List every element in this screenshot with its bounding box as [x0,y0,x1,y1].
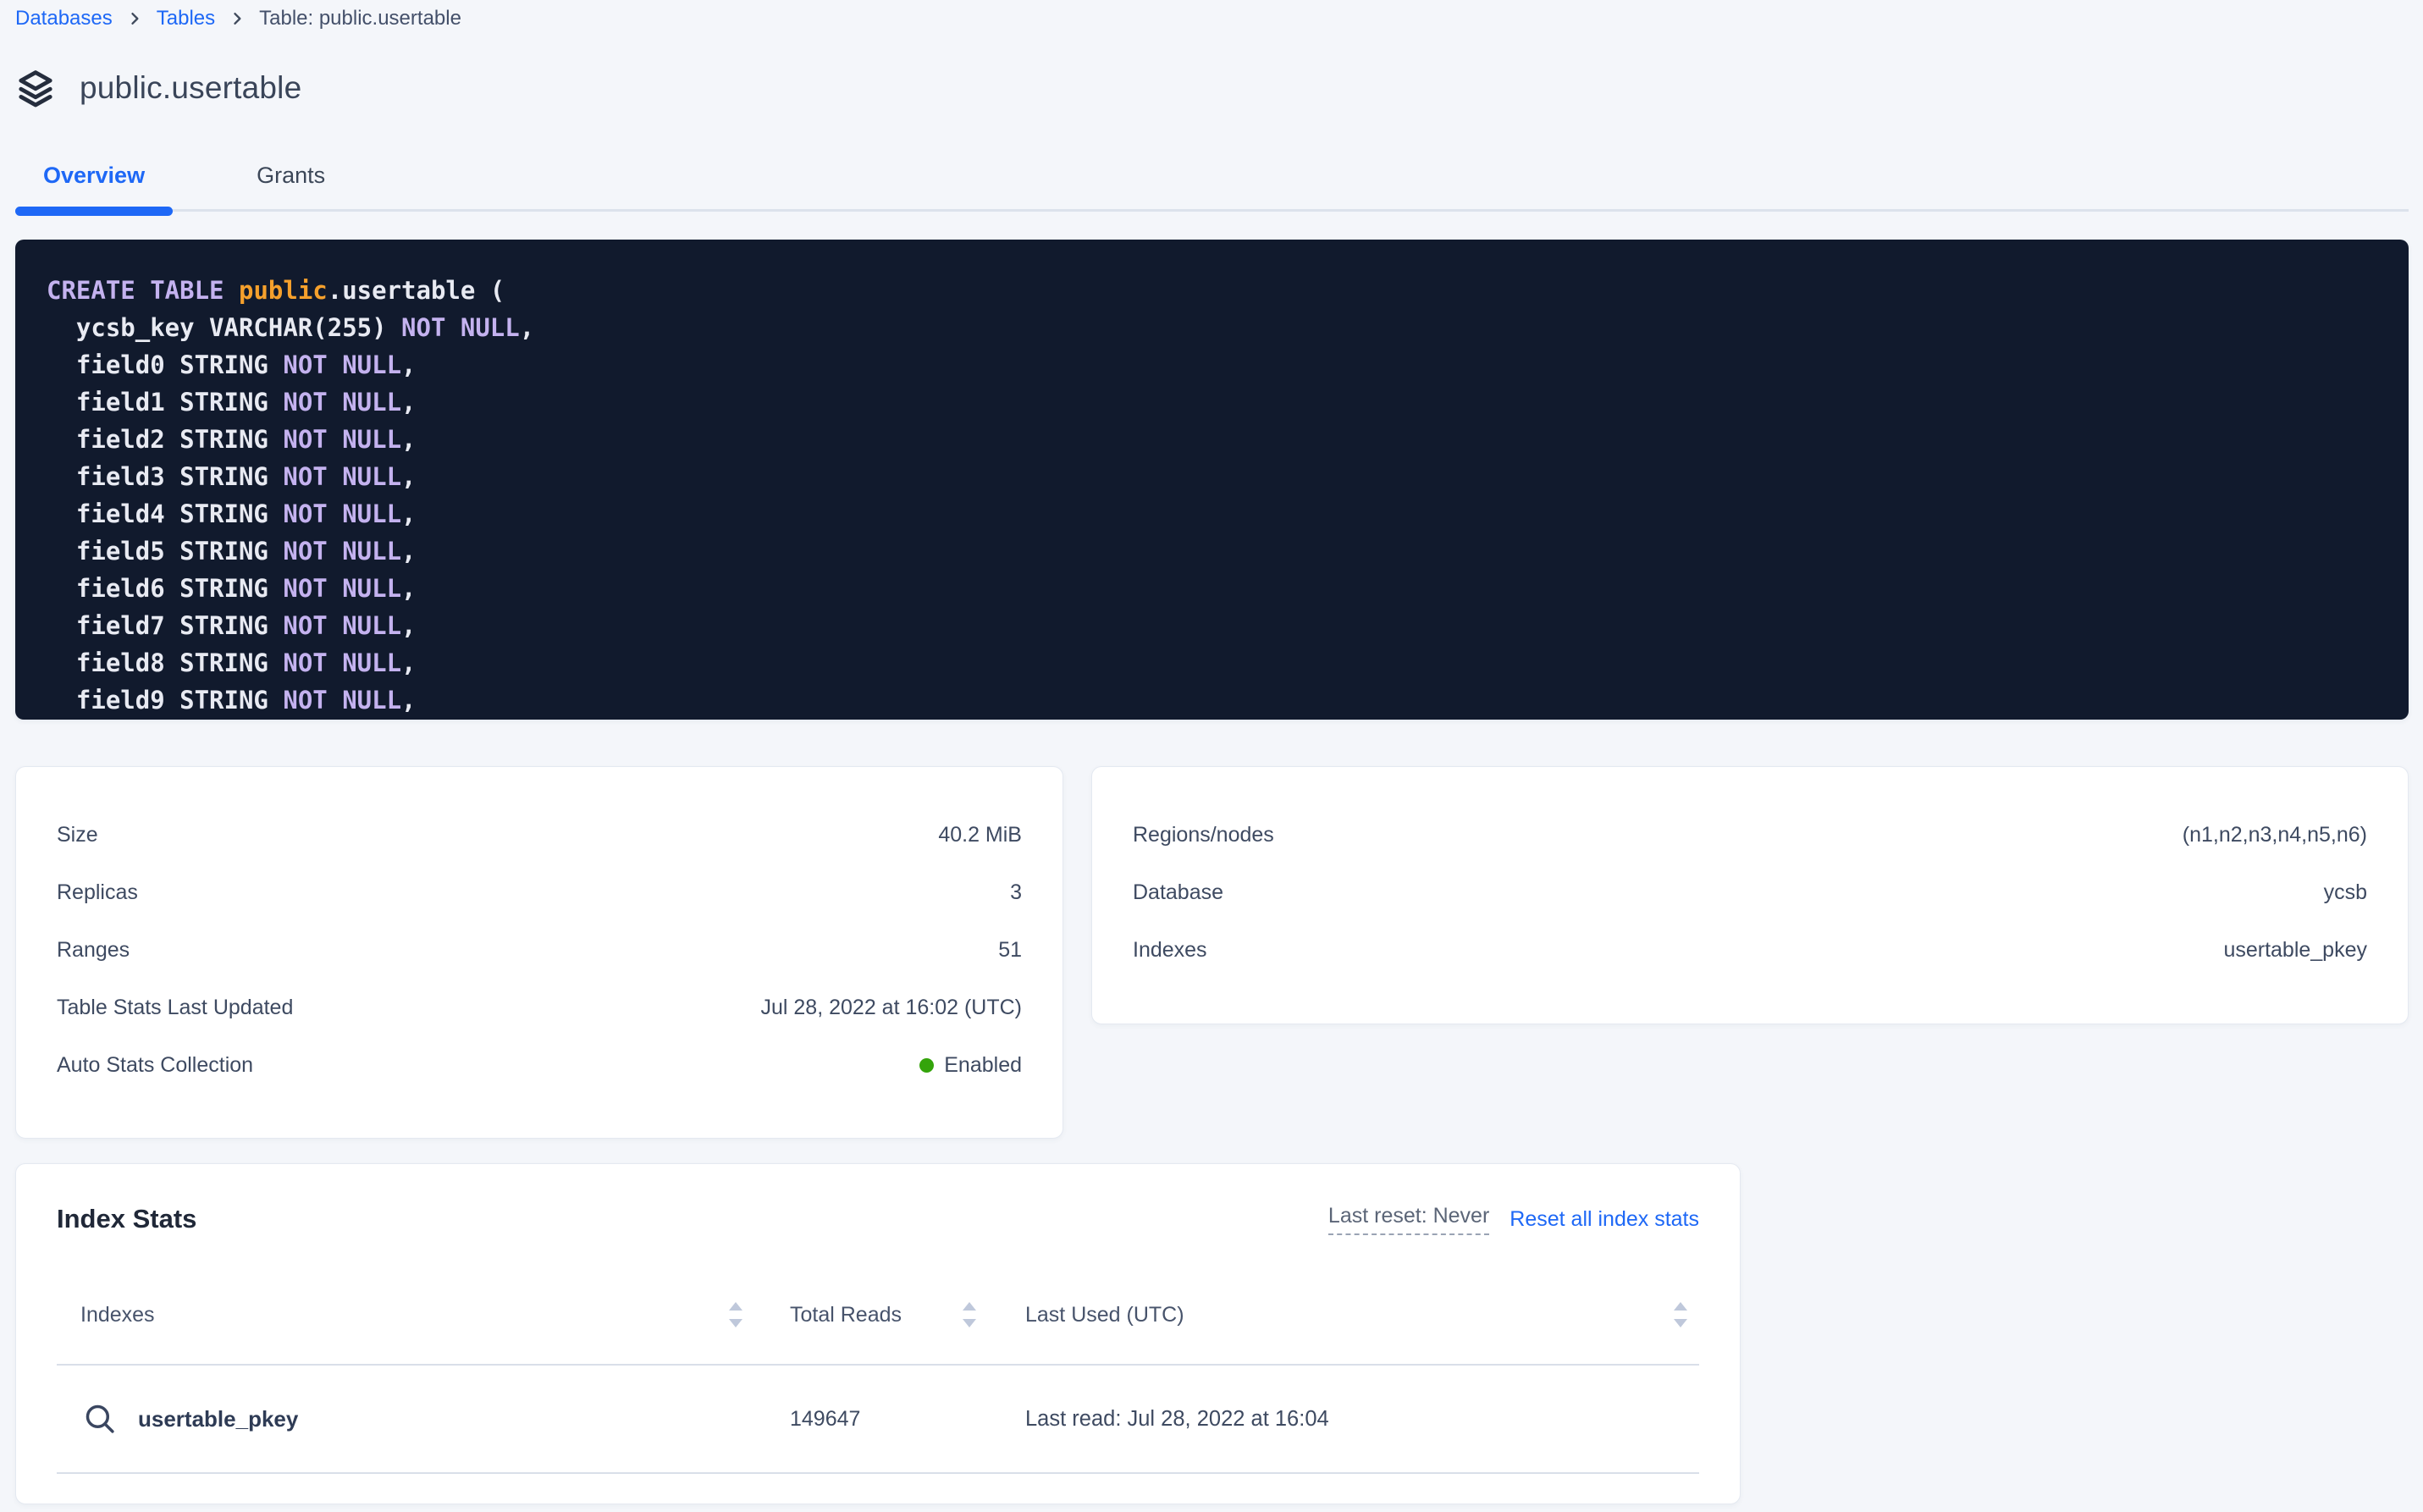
detail-value: (n1,n2,n3,n4,n5,n6) [2183,823,2367,847]
detail-value: Jul 28, 2022 at 16:02 (UTC) [761,996,1023,1020]
index-stats-card: Index Stats Last reset: Never Reset all … [15,1163,1741,1504]
detail-value: 40.2 MiB [938,823,1022,847]
breadcrumb-link-databases[interactable]: Databases [15,5,113,32]
detail-label: Auto Stats Collection [57,1053,253,1078]
breadcrumb-link-tables[interactable]: Tables [157,5,215,32]
table-meta-card: Regions/nodes (n1,n2,n3,n4,n5,n6) Databa… [1091,766,2409,1024]
detail-value: ycsb [2324,880,2367,905]
column-header-label: Total Reads [790,1303,902,1327]
sql-line: field4 STRING NOT NULL, [47,495,2383,533]
breadcrumb-current: Table: public.usertable [259,5,461,32]
sort-icon [959,1300,980,1330]
column-header-last-used[interactable]: Last Used (UTC) [995,1300,1699,1330]
column-header-indexes[interactable]: Indexes [57,1300,758,1330]
index-stats-table-header: Indexes Total Reads Last Used (UTC) [57,1291,1699,1338]
detail-label: Indexes [1133,938,1207,963]
sort-icon [726,1300,746,1330]
tab-bar: Overview Grants [0,149,2423,220]
status-enabled-dot-icon [919,1058,934,1073]
page-header: public.usertable [14,68,301,108]
detail-row-database: Database ycsb [1133,864,2367,921]
detail-label: Ranges [57,938,130,963]
detail-row-indexes: Indexes usertable_pkey [1133,921,2367,979]
column-header-total-reads[interactable]: Total Reads [758,1300,995,1330]
breadcrumb: Databases Tables Table: public.usertable [15,5,461,32]
sql-line: field7 STRING NOT NULL, [47,607,2383,644]
sql-line: CREATE TABLE public.usertable ( [47,272,2383,309]
create-table-statement[interactable]: CREATE TABLE public.usertable ( ycsb_key… [15,240,2409,720]
detail-value: 51 [998,938,1022,963]
detail-value: Enabled [919,1053,1022,1078]
sql-line: ycsb_key VARCHAR(255) NOT NULL, [47,309,2383,346]
page-title: public.usertable [80,70,301,106]
sql-line: field8 STRING NOT NULL, [47,644,2383,682]
detail-label: Size [57,823,98,847]
tab-overview[interactable]: Overview [15,149,173,201]
detail-value: 3 [1010,880,1022,905]
detail-row-stats-updated: Table Stats Last Updated Jul 28, 2022 at… [57,979,1022,1036]
last-used-value: Last read: Jul 28, 2022 at 16:04 [995,1407,1699,1432]
sql-line: field5 STRING NOT NULL, [47,533,2383,570]
layers-icon [14,68,58,108]
last-reset-label[interactable]: Last reset: Never [1328,1204,1489,1235]
tabbar-divider [15,209,2409,212]
index-stats-title: Index Stats [57,1204,196,1234]
table-divider [57,1472,1699,1474]
detail-row-size: Size 40.2 MiB [57,806,1022,864]
sql-line: field2 STRING NOT NULL, [47,421,2383,458]
tab-grants-label: Grants [257,163,325,188]
detail-label: Regions/nodes [1133,823,1274,847]
index-stats-header: Index Stats Last reset: Never Reset all … [57,1200,1699,1239]
chevron-right-icon [126,10,143,27]
sql-line: field1 STRING NOT NULL, [47,384,2383,421]
sql-line: field9 STRING NOT NULL, [47,682,2383,719]
column-header-label: Indexes [80,1303,155,1327]
detail-value: usertable_pkey [2223,938,2367,963]
detail-row-ranges: Ranges 51 [57,921,1022,979]
reset-all-index-stats-link[interactable]: Reset all index stats [1510,1207,1699,1232]
tab-overview-label: Overview [43,163,145,188]
sort-icon [1670,1300,1691,1330]
index-name-link[interactable]: usertable_pkey [138,1406,298,1432]
search-icon [82,1401,118,1437]
index-stats-table: Indexes Total Reads Last Used (UTC) [57,1291,1699,1474]
status-enabled-label: Enabled [944,1053,1022,1078]
detail-row-regions: Regions/nodes (n1,n2,n3,n4,n5,n6) [1133,806,2367,864]
sql-line: field6 STRING NOT NULL, [47,570,2383,607]
sql-line: field3 STRING NOT NULL, [47,458,2383,495]
detail-label: Replicas [57,880,138,905]
tab-grants[interactable]: Grants [229,149,353,201]
detail-row-replicas: Replicas 3 [57,864,1022,921]
detail-label: Database [1133,880,1223,905]
index-stats-row: usertable_pkey 149647 Last read: Jul 28,… [57,1366,1699,1472]
detail-label: Table Stats Last Updated [57,996,293,1020]
column-header-label: Last Used (UTC) [1025,1303,1184,1327]
detail-row-auto-stats: Auto Stats Collection Enabled [57,1036,1022,1094]
table-details-card: Size 40.2 MiB Replicas 3 Ranges 51 Table… [15,766,1063,1139]
total-reads-value: 149647 [758,1407,995,1432]
chevron-right-icon [229,10,246,27]
sql-line: field0 STRING NOT NULL, [47,346,2383,384]
